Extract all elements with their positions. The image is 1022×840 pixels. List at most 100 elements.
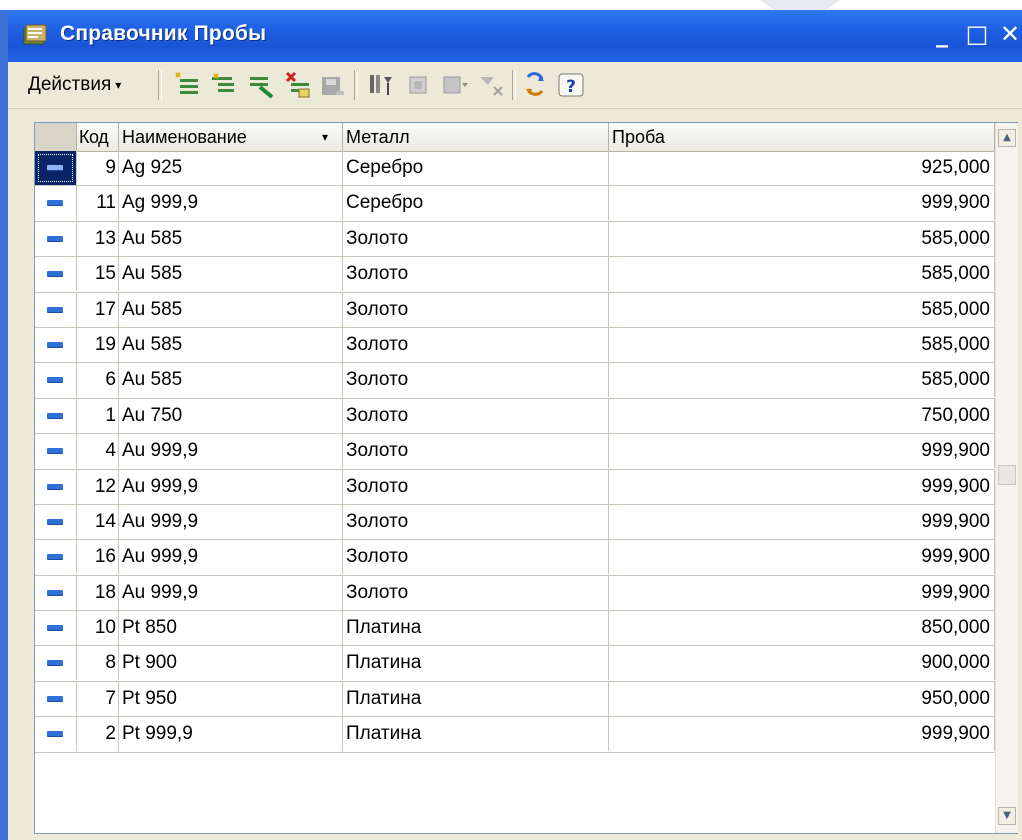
cell-code[interactable]: 16 [77,540,119,575]
actions-menu-button[interactable]: Действия ▾ [28,70,121,100]
table-row[interactable]: 15 Au 585 Золото 585,000 [35,257,995,293]
column-header-proba[interactable]: Проба [609,123,995,151]
row-marker-cell[interactable] [35,504,77,539]
cell-name[interactable]: Ag 999,9 [119,186,343,221]
cell-metal[interactable]: Платина [343,646,609,681]
cell-metal[interactable]: Платина [343,611,609,646]
cell-name[interactable]: Ag 925 [119,151,343,185]
cell-name[interactable]: Au 750 [119,398,343,433]
row-marker-cell[interactable] [35,575,77,610]
table-row[interactable]: 11 Ag 999,9 Серебро 999,900 [35,186,995,222]
cell-code[interactable]: 19 [77,327,119,362]
header-corner[interactable] [35,123,77,151]
row-marker-cell[interactable] [35,221,77,256]
row-marker-cell[interactable] [35,646,77,681]
table-row[interactable]: 4 Au 999,9 Золото 999,900 [35,434,995,470]
table-row[interactable]: 9 Ag 925 Серебро 925,000 [35,151,995,187]
cell-code[interactable]: 9 [77,151,119,185]
table-row[interactable]: 13 Au 585 Золото 585,000 [35,221,995,258]
cell-metal[interactable]: Золото [343,504,609,539]
row-marker-cell[interactable] [35,363,77,398]
cell-proba[interactable]: 585,000 [609,221,995,256]
add-icon[interactable] [172,71,202,99]
table-row[interactable]: 19 Au 585 Золото 585,000 [35,327,995,364]
vertical-scrollbar[interactable]: ▲ ▼ [995,123,1018,833]
row-marker-cell[interactable] [35,469,77,504]
help-icon[interactable]: ? [556,71,586,99]
cell-proba[interactable]: 999,900 [609,434,995,469]
cell-name[interactable]: Pt 850 [119,611,343,646]
table-row[interactable]: 10 Pt 850 Платина 850,000 [35,611,995,647]
scroll-down-icon[interactable]: ▼ [998,807,1016,825]
maximize-button[interactable]: □ [963,20,991,48]
cell-metal[interactable]: Золото [343,540,609,575]
cell-code[interactable]: 14 [77,504,119,539]
title-bar[interactable]: Справочник Пробы _ □ ✕ [8,10,1022,62]
cell-code[interactable]: 12 [77,469,119,504]
table-row[interactable]: 1 Au 750 Золото 750,000 [35,398,995,435]
cell-proba[interactable]: 585,000 [609,363,995,398]
cell-proba[interactable]: 850,000 [609,611,995,646]
cell-proba[interactable]: 999,900 [609,540,995,575]
refresh-icon[interactable] [520,71,550,99]
cell-name[interactable]: Au 585 [119,327,343,362]
cell-proba[interactable]: 999,900 [609,504,995,539]
move-icon[interactable] [440,71,470,99]
scroll-up-icon[interactable]: ▲ [998,129,1016,147]
minimize-button[interactable]: _ [928,20,956,48]
column-header-name[interactable]: Наименование ▾ [119,123,343,151]
cell-name[interactable]: Au 999,9 [119,575,343,610]
table-row[interactable]: 14 Au 999,9 Золото 999,900 [35,504,995,541]
hierarchy-icon[interactable] [404,71,434,99]
cell-name[interactable]: Au 585 [119,292,343,327]
cell-code[interactable]: 18 [77,575,119,610]
row-marker-cell[interactable] [35,611,77,646]
cell-proba[interactable]: 999,900 [609,186,995,221]
cell-proba[interactable]: 750,000 [609,398,995,433]
table-row[interactable]: 18 Au 999,9 Золото 999,900 [35,575,995,612]
row-marker-cell[interactable] [35,717,77,752]
cell-name[interactable]: Au 999,9 [119,540,343,575]
cell-proba[interactable]: 999,900 [609,469,995,504]
clear-filter-icon[interactable] [476,71,506,99]
cell-name[interactable]: Au 585 [119,363,343,398]
cell-metal[interactable]: Золото [343,292,609,327]
cell-name[interactable]: Au 585 [119,221,343,256]
cell-name[interactable]: Au 999,9 [119,469,343,504]
cell-code[interactable]: 15 [77,257,119,292]
table-row[interactable]: 7 Pt 950 Платина 950,000 [35,681,995,718]
row-marker-cell[interactable] [35,681,77,716]
cell-code[interactable]: 7 [77,681,119,716]
table-row[interactable]: 8 Pt 900 Платина 900,000 [35,646,995,682]
table-row[interactable]: 12 Au 999,9 Золото 999,900 [35,469,995,505]
filter-icon[interactable] [366,71,396,99]
cell-code[interactable]: 17 [77,292,119,327]
cell-metal[interactable]: Золото [343,434,609,469]
cell-name[interactable]: Pt 950 [119,681,343,716]
cell-name[interactable]: Au 999,9 [119,434,343,469]
cell-metal[interactable]: Серебро [343,186,609,221]
cell-metal[interactable]: Золото [343,575,609,610]
cell-code[interactable]: 11 [77,186,119,221]
row-marker-cell[interactable] [35,292,77,327]
cell-name[interactable]: Au 999,9 [119,504,343,539]
delete-mark-icon[interactable] [283,71,313,99]
cell-code[interactable]: 2 [77,717,119,752]
cell-metal[interactable]: Золото [343,257,609,292]
row-marker-cell[interactable] [35,398,77,433]
copy-icon[interactable] [246,71,276,99]
cell-code[interactable]: 1 [77,398,119,433]
column-header-metal[interactable]: Металл [343,123,609,151]
close-button[interactable]: ✕ [996,20,1022,48]
row-marker-cell[interactable] [35,540,77,575]
cell-metal[interactable]: Золото [343,221,609,256]
cell-metal[interactable]: Серебро [343,151,609,185]
save-disabled-icon[interactable] [318,71,348,99]
cell-code[interactable]: 8 [77,646,119,681]
cell-name[interactable]: Pt 999,9 [119,717,343,752]
table-row[interactable]: 6 Au 585 Золото 585,000 [35,363,995,399]
row-marker-cell[interactable] [35,327,77,362]
cell-metal[interactable]: Золото [343,398,609,433]
cell-code[interactable]: 6 [77,363,119,398]
row-marker-cell[interactable] [35,151,77,185]
